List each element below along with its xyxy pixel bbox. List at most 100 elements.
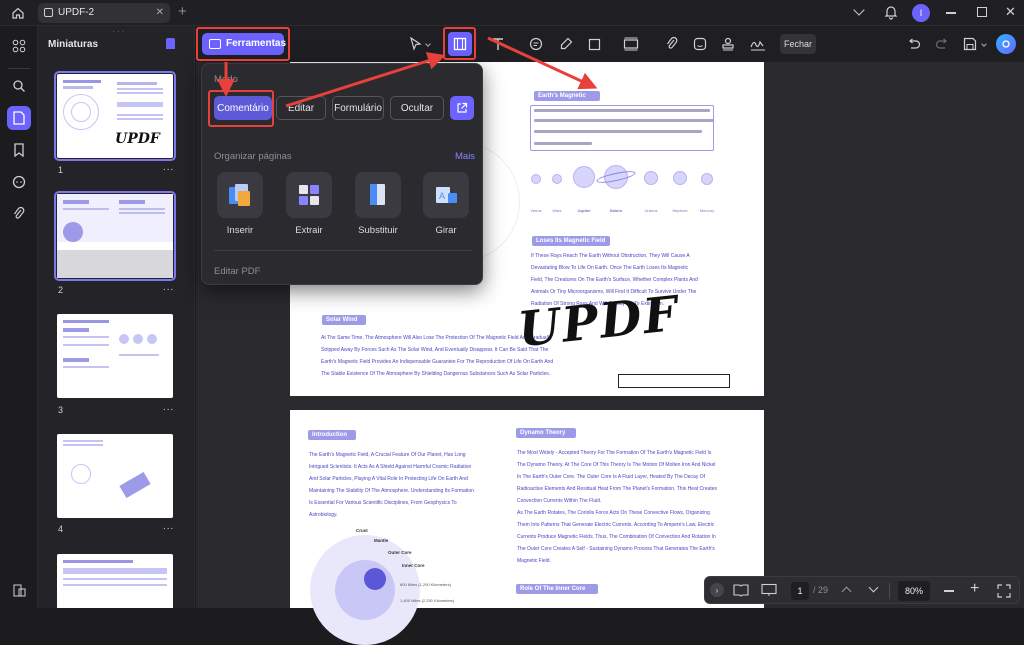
introduction-heading: Introduction [308, 430, 356, 440]
pdf-page-2: Introduction The Earth's Magnetic Field,… [290, 410, 764, 645]
close-window-icon[interactable]: ✕ [1005, 4, 1016, 20]
dynamo-line: The Most Widely - Accepted Theory For Th… [517, 450, 712, 456]
page-thumbnail-5[interactable] [57, 554, 173, 608]
insert-tile[interactable] [217, 172, 263, 218]
avatar[interactable]: I [912, 4, 930, 22]
home-icon[interactable] [9, 4, 27, 22]
zoom-in-icon[interactable]: + [970, 580, 979, 598]
more-link[interactable]: Mais [455, 151, 475, 162]
zoom-out-icon[interactable] [944, 590, 954, 592]
close-tools-button[interactable]: Fechar [780, 34, 816, 54]
redo-icon[interactable] [932, 34, 952, 54]
stamp-tool-icon[interactable] [621, 34, 641, 54]
thumbnail-panel: Miniaturas · · · UPDF 1 ... 2 ... 3 ... … [38, 26, 195, 608]
extract-tile[interactable] [286, 172, 332, 218]
prev-page-icon[interactable] [841, 586, 852, 597]
miles-label: 800 Miles (1,200 Kilometers) [400, 582, 451, 587]
page-thumbnail-3[interactable] [57, 314, 173, 398]
layer-label: Crust [356, 528, 368, 533]
loses-heading: Loses Its Magnetic Field [532, 236, 610, 246]
layers-icon[interactable] [7, 578, 31, 602]
new-tab-icon[interactable]: + [178, 3, 187, 20]
annotation-box-tools [196, 27, 290, 61]
rotate-label: Girar [435, 225, 457, 236]
mode-heading: Modo [214, 74, 238, 85]
page-number-2: 2 [58, 285, 64, 295]
page-more-button[interactable]: ... [163, 402, 174, 413]
close-tab-icon[interactable]: ✕ [156, 3, 164, 23]
solar-line: At The Same Time, The Atmosphere Will Al… [321, 335, 552, 341]
page-total: / 29 [813, 585, 829, 595]
shape-icon[interactable] [584, 34, 604, 54]
comments-icon[interactable] [7, 170, 31, 194]
layer-label: Outer Core [388, 550, 412, 555]
planet-neptune [673, 171, 687, 185]
bell-icon[interactable] [884, 5, 898, 25]
pin-icon[interactable] [166, 38, 175, 49]
organize-heading: Organizar páginas [214, 151, 292, 162]
main-toolbar: Ferramentas Fechar [196, 26, 1024, 62]
grid-icon[interactable] [7, 34, 31, 58]
collapse-icon[interactable]: › [710, 583, 724, 597]
dynamo-line: The Dynamo Theory. At The Core Of This T… [517, 462, 716, 468]
panel-title: Miniaturas [48, 39, 99, 50]
mode-form-button[interactable]: Formulário [332, 96, 384, 120]
page-navigation-bar: › 1 / 29 80% + [704, 576, 1020, 604]
solar-wind-heading: Solar Wind [322, 315, 366, 325]
text-tool-icon[interactable] [488, 34, 508, 54]
save-dropdown-icon[interactable] [981, 41, 987, 47]
popup-divider [214, 250, 472, 251]
document-tab[interactable]: UPDF-2 ✕ [38, 3, 170, 23]
page-thumbnail-1[interactable]: UPDF [54, 71, 176, 161]
select-dropdown-icon[interactable] [425, 41, 431, 47]
bookmark-icon[interactable] [7, 138, 31, 162]
page-number-3: 3 [58, 405, 64, 415]
signature-icon[interactable] [748, 34, 768, 54]
insert-label: Inserir [226, 225, 254, 236]
present-icon[interactable] [761, 583, 777, 602]
sticker-icon[interactable] [690, 34, 710, 54]
thumbnails-icon[interactable] [7, 106, 31, 130]
select-icon[interactable] [406, 34, 426, 54]
open-external-icon[interactable] [450, 96, 474, 120]
page-more-button[interactable]: ... [163, 521, 174, 532]
dynamo-line: Magnetic Field. [517, 558, 551, 564]
save-icon[interactable] [960, 34, 980, 54]
fit-width-icon[interactable] [997, 584, 1011, 603]
mode-edit-button[interactable]: Editar [276, 96, 326, 120]
comment-icon[interactable] [526, 34, 546, 54]
maximize-icon[interactable] [977, 7, 987, 17]
zoom-level[interactable]: 80% [898, 581, 930, 601]
page-thumbnail-2[interactable] [54, 191, 176, 281]
search-icon[interactable] [7, 74, 31, 98]
page-more-button[interactable]: ... [163, 282, 174, 293]
page-thumbnail-4[interactable] [57, 434, 173, 518]
attachment-icon[interactable] [7, 202, 31, 226]
mode-redact-button[interactable]: Ocultar [390, 96, 444, 120]
replace-tile[interactable] [355, 172, 401, 218]
minimize-icon[interactable] [946, 12, 956, 14]
intro-line: Is Essential For Various Scientific Disc… [309, 500, 457, 506]
ai-assistant-icon[interactable] [996, 34, 1016, 54]
chevron-down-icon[interactable] [853, 4, 865, 16]
reading-mode-icon[interactable] [733, 583, 749, 602]
undo-icon[interactable] [904, 34, 924, 54]
highlighter-icon[interactable] [556, 34, 576, 54]
page-number-1: 1 [58, 165, 64, 175]
paperclip-icon[interactable] [662, 34, 682, 54]
layer-label: Mantle [374, 538, 389, 543]
annotation-box-page-tools [443, 27, 476, 60]
dynamo-line: Convection Currents Within The Fluid. [517, 498, 602, 504]
planet-venus [531, 174, 541, 184]
page-more-button[interactable]: ... [163, 162, 174, 173]
planet-label: Saturn [609, 208, 623, 213]
next-page-icon[interactable] [868, 582, 879, 593]
toolbar-divider [889, 583, 890, 599]
stamp-icon[interactable] [718, 34, 738, 54]
planet-label: Jupiter [577, 208, 591, 213]
rotate-tile[interactable]: A [423, 172, 469, 218]
page-number-input[interactable]: 1 [791, 582, 809, 600]
dynamo-theory-heading: Dynamo Theory [516, 428, 576, 438]
text-box[interactable] [618, 374, 730, 388]
comment-doc-icon [44, 8, 53, 17]
